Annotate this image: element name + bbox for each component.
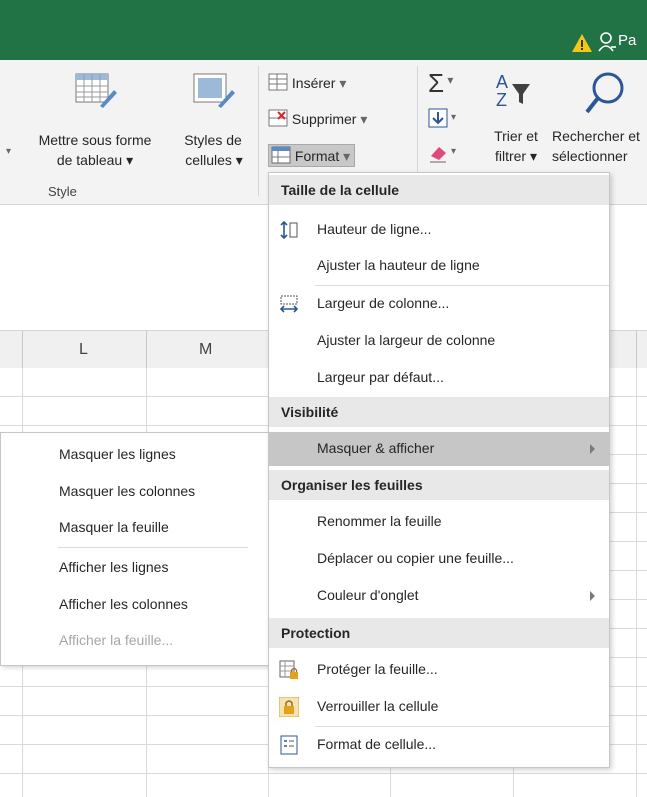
menu-item-tab-color[interactable]: Couleur d'onglet [269, 579, 609, 613]
menu-item-default-width[interactable]: Largeur par défaut... [269, 361, 609, 395]
delete-button[interactable]: Supprimer ▾ [268, 109, 367, 128]
find-select-label-1: Rechercher et [552, 128, 640, 144]
fill-button[interactable]: ▾ [428, 108, 460, 133]
submenu-item-unhide-sheet: Afficher la feuille... [59, 632, 174, 648]
ribbon-divider [258, 66, 259, 196]
column-divider [22, 331, 23, 369]
sort-filter-label-1: Trier et [494, 128, 538, 144]
submenu-item-hide-sheet[interactable]: Masquer la feuille [59, 519, 169, 535]
menu-item-autofit-row-height[interactable]: Ajuster la hauteur de ligne [269, 249, 609, 283]
cell-styles-label-1: Styles de [184, 132, 242, 148]
user-initials: Pa [618, 32, 637, 49]
lock-icon [279, 697, 299, 717]
row-height-icon [280, 220, 298, 240]
sort-filter-icon: A Z [496, 72, 530, 110]
format-cells-icon [280, 735, 298, 755]
submenu-arrow-icon [590, 444, 595, 454]
submenu-arrow-icon [590, 591, 595, 601]
menu-section-header: Visibilité [269, 397, 609, 427]
column-divider [636, 331, 637, 369]
menu-item-lock-cell[interactable]: Verrouiller la cellule [269, 690, 609, 724]
submenu-item-hide-columns[interactable]: Masquer les colonnes [59, 483, 195, 499]
menu-item-row-height[interactable]: Hauteur de ligne... [269, 213, 609, 247]
menu-divider [315, 285, 609, 286]
table-format-icon [75, 73, 117, 108]
menu-section-header: Protection [269, 618, 609, 648]
menu-item-column-width[interactable]: Largeur de colonne... [269, 287, 609, 321]
sort-filter-label-2: filtrer ▾ [494, 148, 538, 164]
hide-unhide-submenu: Masquer les lignes Masquer les colonnes … [0, 432, 270, 666]
submenu-item-unhide-rows[interactable]: Afficher les lignes [59, 559, 168, 575]
warning-icon[interactable] [571, 33, 593, 53]
title-bar: Pa [0, 0, 647, 60]
column-header-l[interactable]: L [79, 341, 88, 359]
cell-styles-icon [193, 73, 235, 108]
menu-divider [315, 726, 609, 727]
insert-cells-icon [268, 73, 288, 91]
format-dropdown-menu: Taille de la cellule Hauteur de ligne...… [268, 172, 610, 768]
format-cells-icon [271, 146, 291, 164]
menu-item-hide-unhide[interactable]: Masquer & afficher [269, 432, 609, 466]
find-select-label-2: sélectionner [552, 148, 628, 164]
autosum-icon[interactable]: Σ ▾ [428, 68, 453, 99]
svg-text:▾: ▾ [451, 146, 456, 157]
submenu-item-hide-rows[interactable]: Masquer les lignes [59, 446, 176, 462]
format-as-table-label-2: de tableau ▾ [56, 152, 134, 168]
column-width-icon [279, 295, 299, 313]
menu-item-autofit-column-width[interactable]: Ajuster la largeur de colonne [269, 324, 609, 358]
menu-item-protect-sheet[interactable]: Protéger la feuille... [269, 653, 609, 687]
menu-item-rename-sheet[interactable]: Renommer la feuille [269, 505, 609, 539]
user-icon [598, 32, 616, 52]
format-as-table-label-1: Mettre sous forme [38, 132, 152, 148]
column-divider [146, 331, 147, 369]
menu-section-header: Organiser les feuilles [269, 470, 609, 500]
submenu-item-unhide-columns[interactable]: Afficher les colonnes [59, 596, 188, 612]
delete-label: Supprimer [291, 111, 357, 127]
style-group-label: Style [48, 184, 77, 199]
format-label: Format [294, 148, 340, 164]
format-button[interactable]: Format ▾ [268, 144, 356, 167]
menu-section-header: Taille de la cellule [269, 175, 609, 205]
submenu-divider [58, 547, 248, 548]
fill-down-icon: ▾ [428, 108, 456, 128]
svg-text:Z: Z [496, 90, 507, 110]
menu-item-move-copy-sheet[interactable]: Déplacer ou copier une feuille... [269, 542, 609, 576]
user-account-button[interactable]: Pa [598, 30, 636, 54]
svg-text:▾: ▾ [451, 112, 456, 123]
svg-text:A: A [496, 72, 508, 92]
ribbon-scroll-icon: ▾ [6, 146, 12, 157]
cell-styles-label-2: cellules ▾ [185, 152, 243, 168]
column-header-m[interactable]: M [199, 341, 212, 359]
delete-cells-icon [268, 109, 288, 127]
search-icon [585, 72, 624, 114]
protect-sheet-icon [279, 660, 298, 679]
eraser-icon: ▾ [430, 146, 456, 163]
clear-button[interactable]: ▾ [428, 142, 460, 167]
menu-item-format-cells[interactable]: Format de cellule... [269, 728, 609, 762]
insert-label: Insérer [291, 75, 336, 91]
insert-button[interactable]: Insérer ▾ [268, 73, 346, 92]
